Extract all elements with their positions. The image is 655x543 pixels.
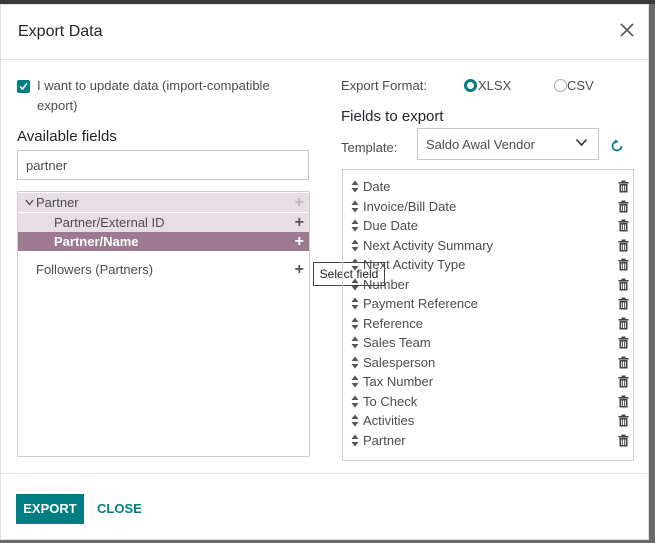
trash-icon[interactable] xyxy=(618,414,629,427)
sort-handle-icon[interactable] xyxy=(351,200,359,213)
trash-icon[interactable] xyxy=(618,434,629,447)
export-field-item[interactable]: Tax Number xyxy=(351,373,631,391)
sort-handle-icon[interactable] xyxy=(351,239,359,252)
template-select[interactable]: Saldo Awal Vendor xyxy=(417,128,599,160)
add-field-icon[interactable]: + xyxy=(295,213,304,232)
tree-item-partner-external-id[interactable]: Partner/External ID + xyxy=(18,213,309,232)
fields-to-export-title: Fields to export xyxy=(341,108,444,125)
trash-icon[interactable] xyxy=(618,180,629,193)
template-label: Template: xyxy=(341,140,398,155)
export-field-item[interactable]: Reference xyxy=(351,315,631,333)
dialog-header: Export Data xyxy=(1,5,648,60)
trash-icon[interactable] xyxy=(618,375,629,388)
available-fields-title: Available fields xyxy=(17,128,117,145)
import-compatible-label: I want to update data (import-compatible… xyxy=(37,78,270,113)
trash-icon[interactable] xyxy=(618,356,629,369)
export-field-item[interactable]: Due Date xyxy=(351,217,631,235)
export-field-item[interactable]: Next Activity Type xyxy=(351,256,631,274)
chevron-down-icon xyxy=(575,138,588,147)
sort-handle-icon[interactable] xyxy=(351,356,359,369)
export-field-label: Next Activity Summary xyxy=(363,237,494,253)
tree-item-label: Partner/Name xyxy=(54,234,139,249)
trash-icon[interactable] xyxy=(618,200,629,213)
radio-xlsx[interactable] xyxy=(464,79,477,92)
sort-handle-icon[interactable] xyxy=(351,278,359,291)
sort-handle-icon[interactable] xyxy=(351,219,359,232)
sort-handle-icon[interactable] xyxy=(351,434,359,447)
add-field-icon: + xyxy=(294,194,304,211)
sort-handle-icon[interactable] xyxy=(351,395,359,408)
export-field-label: To Check xyxy=(363,393,418,409)
export-field-label: Next Activity Type xyxy=(363,257,466,272)
add-field-icon[interactable]: + xyxy=(295,260,304,279)
import-compatible-checkbox[interactable] xyxy=(17,80,30,93)
export-field-item[interactable]: Partner xyxy=(351,432,631,450)
export-field-label: Due Date xyxy=(363,218,418,233)
trash-icon[interactable] xyxy=(618,278,629,291)
dialog-title: Export Data xyxy=(18,23,103,40)
reload-icon[interactable] xyxy=(610,139,624,153)
dialog-footer: EXPORT CLOSE xyxy=(0,473,647,535)
sort-handle-icon[interactable] xyxy=(351,375,359,388)
caret-down-icon xyxy=(25,199,34,206)
trash-icon[interactable] xyxy=(618,239,629,252)
export-field-label: Invoice/Bill Date xyxy=(363,198,457,214)
export-field-label: Partner xyxy=(363,432,406,448)
export-field-label: Activities xyxy=(363,413,415,428)
export-field-label: Tax Number xyxy=(363,374,434,389)
export-field-label: Salesperson xyxy=(363,354,436,370)
trash-icon[interactable] xyxy=(618,258,629,271)
sort-handle-icon[interactable] xyxy=(351,317,359,330)
tree-item-label: Partner/External ID xyxy=(54,215,165,230)
export-field-label: Date xyxy=(363,179,391,194)
export-field-item[interactable]: Next Activity Summary xyxy=(351,237,631,255)
export-field-label: Number xyxy=(363,276,410,292)
tree-item-followers-partners[interactable]: Followers (Partners) + xyxy=(18,260,309,279)
export-field-item[interactable]: Sales Team xyxy=(351,334,631,352)
available-fields-tree: Partner + Partner/External ID + Partner/… xyxy=(17,191,310,457)
tree-item-partner[interactable]: Partner + xyxy=(18,193,309,212)
close-icon[interactable] xyxy=(618,21,636,39)
sort-handle-icon[interactable] xyxy=(351,336,359,349)
export-field-label: Reference xyxy=(363,315,423,331)
search-input[interactable] xyxy=(17,150,309,180)
radio-csv-label: CSV xyxy=(567,78,594,93)
add-field-icon[interactable]: + xyxy=(295,232,304,251)
export-field-item[interactable]: Invoice/Bill Date xyxy=(351,198,631,216)
trash-icon[interactable] xyxy=(618,297,629,310)
check-icon xyxy=(19,82,28,91)
export-field-item[interactable]: To Check xyxy=(351,393,631,411)
fields-to-export-list: Date Invoice/Bill Date Due Date Next Activi… xyxy=(342,169,634,461)
export-field-item[interactable]: Date xyxy=(351,178,631,196)
radio-xlsx-label: XLSX xyxy=(478,78,512,93)
tree-item-label: Followers (Partners) xyxy=(36,262,154,277)
export-button[interactable]: EXPORT xyxy=(16,494,84,524)
template-value: Saldo Awal Vendor xyxy=(426,137,535,152)
sort-handle-icon[interactable] xyxy=(351,297,359,310)
trash-icon[interactable] xyxy=(618,395,629,408)
export-format-label: Export Format: xyxy=(341,78,427,93)
trash-icon[interactable] xyxy=(618,336,629,349)
export-field-item[interactable]: Salesperson xyxy=(351,354,631,372)
radio-csv[interactable] xyxy=(554,79,567,92)
sort-handle-icon[interactable] xyxy=(351,258,359,271)
export-field-item[interactable]: Number xyxy=(351,276,631,294)
sort-handle-icon[interactable] xyxy=(351,414,359,427)
tree-item-partner-name[interactable]: Partner/Name + xyxy=(18,232,309,251)
export-field-item[interactable]: Payment Reference xyxy=(351,295,631,313)
trash-icon[interactable] xyxy=(618,219,629,232)
export-field-label: Sales Team xyxy=(363,335,431,350)
export-field-item[interactable]: Activities xyxy=(351,412,631,430)
export-field-label: Payment Reference xyxy=(363,296,478,311)
sort-handle-icon[interactable] xyxy=(351,180,359,193)
tree-item-label: Partner xyxy=(36,195,79,210)
close-button[interactable]: CLOSE xyxy=(97,494,142,524)
trash-icon[interactable] xyxy=(618,317,629,330)
